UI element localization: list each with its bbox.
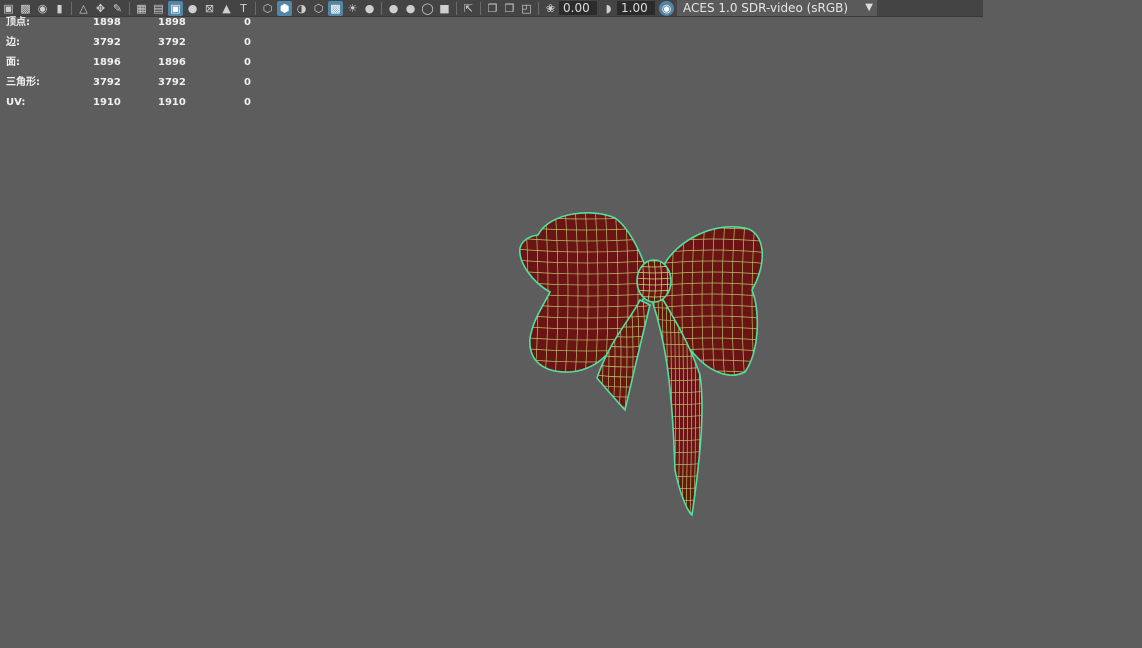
edge-loop bbox=[515, 205, 660, 208]
edge-loop bbox=[515, 205, 518, 380]
edge-loop bbox=[655, 217, 770, 220]
edge-loop bbox=[761, 226, 763, 376]
edge-loop bbox=[650, 295, 652, 518]
edge-loop bbox=[519, 369, 652, 373]
3d-viewport[interactable] bbox=[0, 0, 1142, 648]
edge-loop bbox=[652, 510, 703, 513]
edge-loop bbox=[648, 300, 650, 410]
edge-loop bbox=[653, 298, 656, 515]
edge-loop bbox=[524, 212, 529, 373]
edge-loop bbox=[652, 498, 703, 501]
bow-mesh[interactable] bbox=[515, 205, 770, 518]
